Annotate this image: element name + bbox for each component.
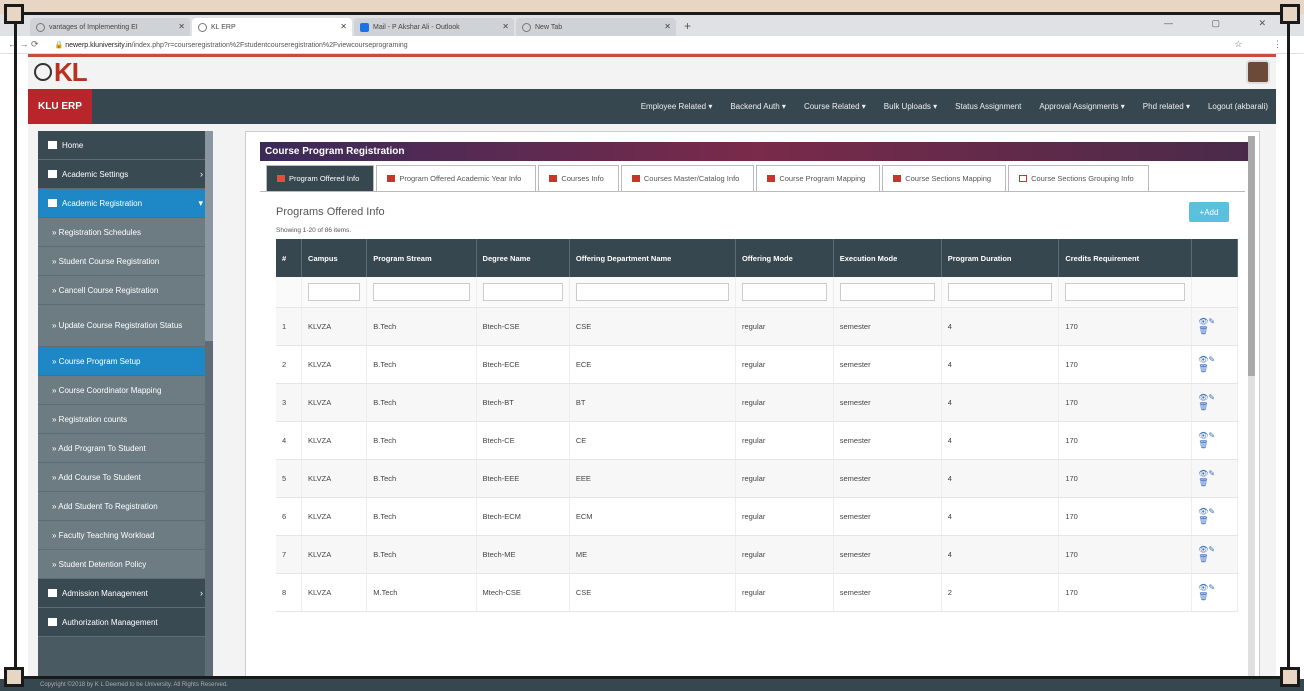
- frame-corner-icon: [4, 667, 24, 687]
- frame-corner-icon: [1280, 4, 1300, 24]
- page-footer: Copyright ©2018 by K L Deemed to be Univ…: [0, 679, 1304, 691]
- frame-corner-icon: [4, 4, 24, 24]
- decorative-frame: [14, 12, 1290, 679]
- frame-corner-icon: [1280, 667, 1300, 687]
